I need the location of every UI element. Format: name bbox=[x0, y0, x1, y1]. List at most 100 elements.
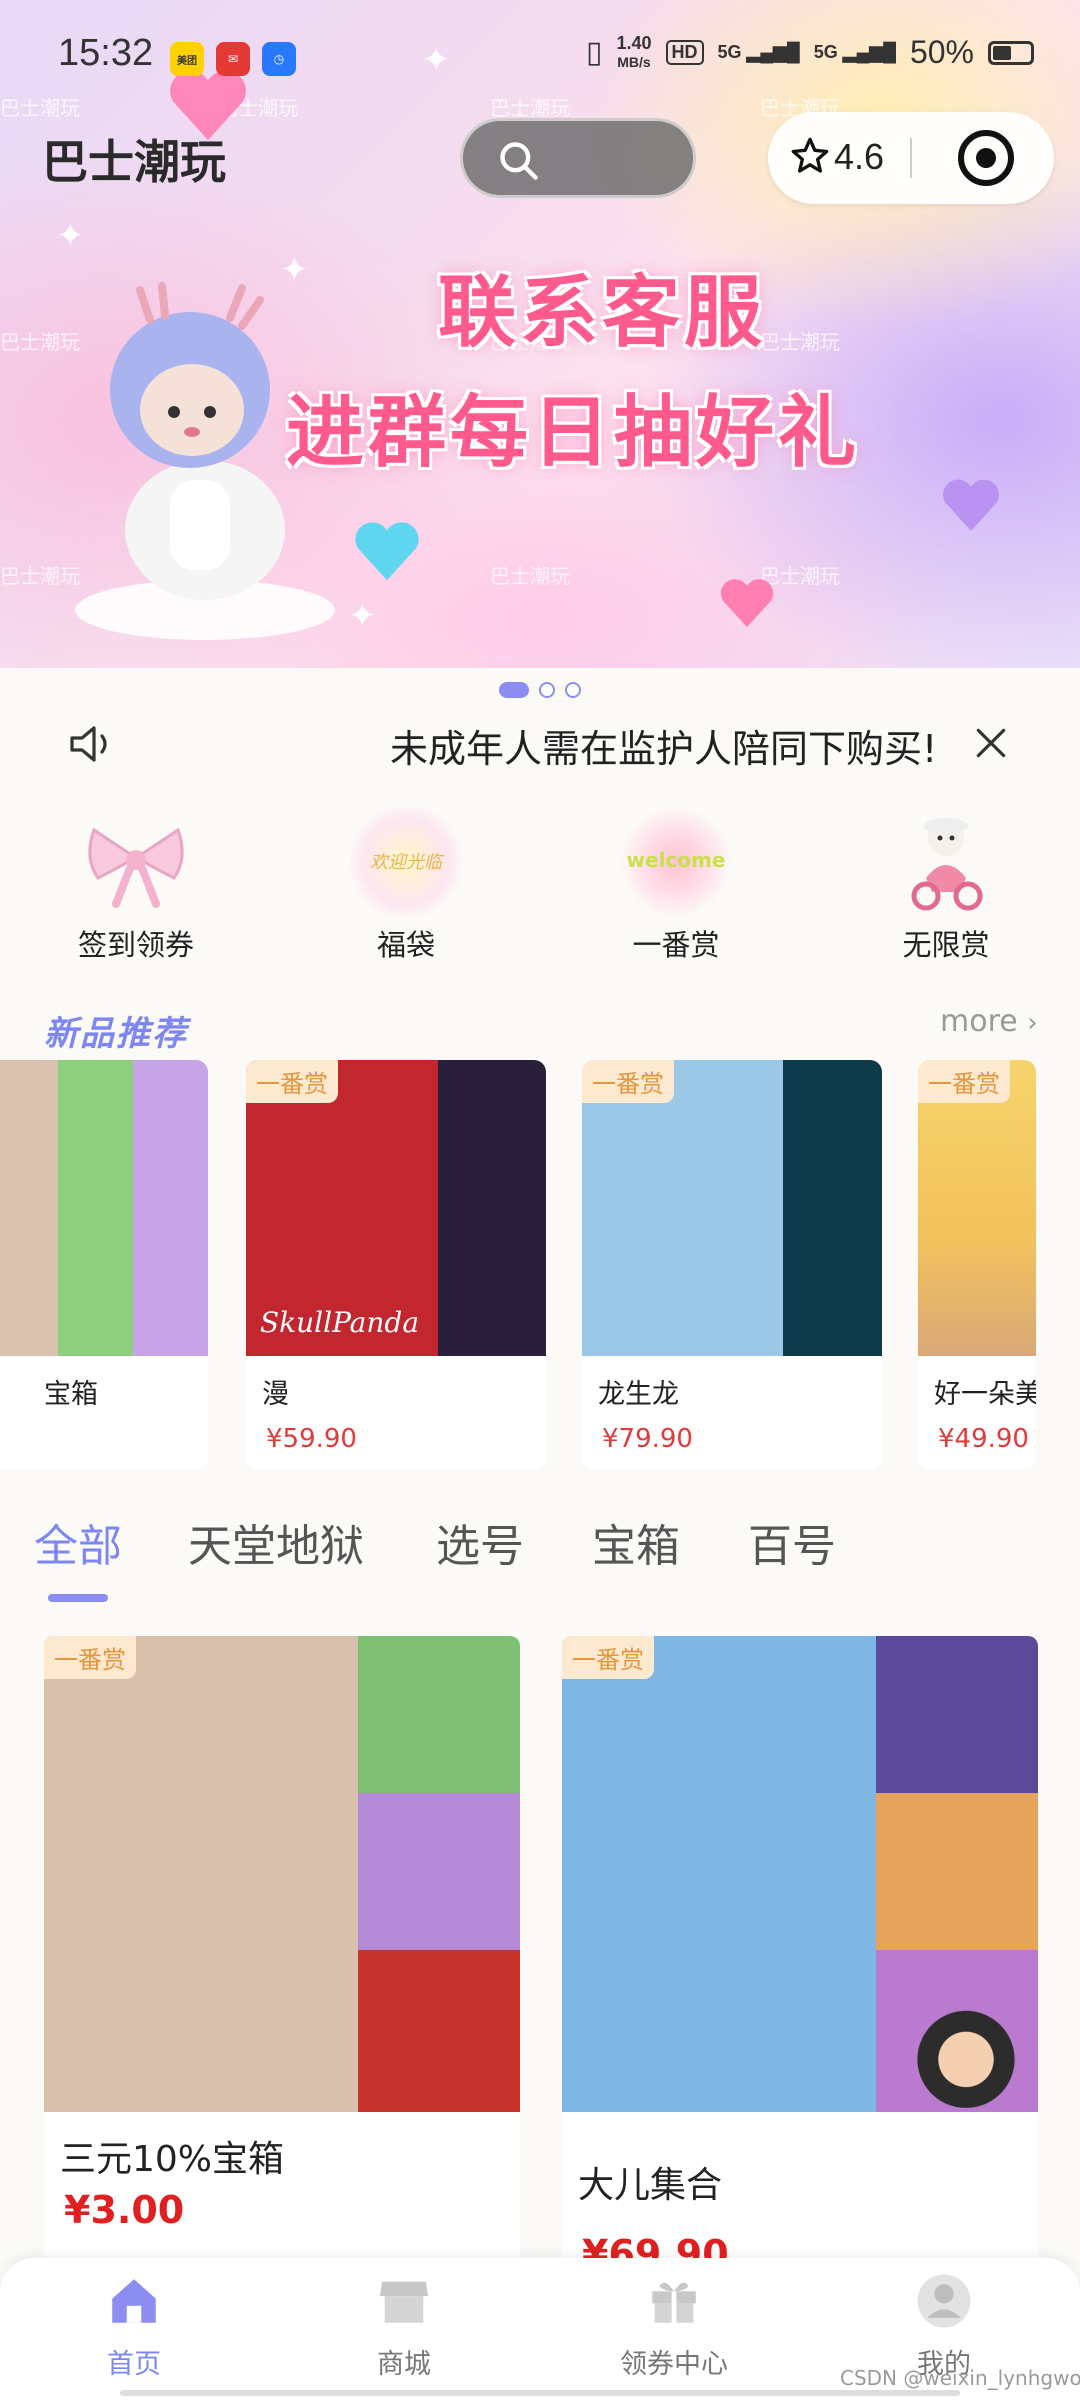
quick-entry-unlimited[interactable]: 无限赏 bbox=[866, 808, 1026, 964]
product-name: 大儿集合 bbox=[578, 2165, 723, 2206]
network-label: 5G bbox=[717, 42, 742, 62]
product-name: 好一朵美 bbox=[934, 1379, 1036, 1410]
status-time: 15:32 bbox=[58, 32, 154, 74]
product-price: ¥79.90 bbox=[602, 1424, 693, 1454]
status-indicators: ▯ 1.40 MB/s HD 5G ▂▄▆█ 5G ▂▄▆█ 50% bbox=[586, 34, 1034, 71]
close-icon[interactable] bbox=[972, 724, 1010, 762]
product-tag: 一番赏 bbox=[44, 1636, 136, 1679]
product-name: 龙生龙 bbox=[598, 1379, 679, 1410]
nav-label: 首页 bbox=[107, 2349, 161, 2380]
new-product-card[interactable]: 一番赏 龙生龙 ¥79.90 bbox=[582, 1060, 882, 1470]
banner-subheadline: 进群每日抽好礼 bbox=[286, 388, 861, 478]
pagination-dot[interactable] bbox=[499, 682, 529, 698]
home-icon bbox=[112, 2279, 156, 2323]
tab-all[interactable]: 全部 bbox=[34, 1510, 122, 1574]
notice-text: 未成年人需在监护人陪同下购买! bbox=[390, 727, 938, 771]
watermark: 巴士潮玩 bbox=[0, 564, 80, 588]
new-products-title: 新品推荐 bbox=[44, 1014, 188, 1054]
messenger-icon: ✉ bbox=[216, 42, 250, 76]
bow-icon bbox=[80, 808, 192, 916]
tab-heaven-hell[interactable]: 天堂地狱 bbox=[188, 1510, 364, 1574]
product-name: 漫 bbox=[262, 1379, 289, 1410]
home-indicator[interactable] bbox=[120, 2390, 960, 2396]
profile-icon bbox=[917, 2274, 971, 2328]
quick-entry-lucky-bag[interactable]: 欢迎光临 福袋 bbox=[326, 808, 486, 964]
quick-entry-sign-in[interactable]: 签到领券 bbox=[56, 808, 216, 964]
new-product-card[interactable]: 一番赏 好一朵美 ¥49.90 bbox=[918, 1060, 1036, 1470]
tab-choose-number[interactable]: 选号 bbox=[436, 1510, 524, 1574]
banner-headline: 联系客服 bbox=[438, 268, 767, 358]
more-link[interactable]: more › bbox=[940, 1004, 1038, 1039]
product-tag: 一番赏 bbox=[918, 1060, 1010, 1103]
capsule-divider bbox=[910, 138, 912, 178]
speed-unit: MB/s bbox=[617, 54, 651, 70]
lucky-bag-icon-text: 欢迎光临 bbox=[370, 852, 442, 873]
product-tag: 一番赏 bbox=[582, 1060, 674, 1103]
new-product-card[interactable]: 宝箱 bbox=[0, 1060, 208, 1470]
new-product-card[interactable]: SkullPanda 一番赏 漫 ¥59.90 bbox=[246, 1060, 546, 1470]
meituan-icon: 美团 bbox=[170, 42, 204, 76]
product-card[interactable]: 一番赏 大儿集合 ¥69.90 bbox=[562, 1636, 1038, 2276]
store-icon bbox=[379, 2281, 429, 2323]
new-products-carousel[interactable]: 宝箱 SkullPanda 一番赏 漫 ¥59.90 一番赏 龙生龙 ¥79.9… bbox=[0, 1060, 1080, 1470]
nav-home[interactable]: 首页 bbox=[54, 2272, 214, 2381]
close-miniapp-icon[interactable] bbox=[958, 130, 1014, 186]
welcome-icon-text: welcome bbox=[626, 848, 726, 872]
lucky-bag-icon: 欢迎光临 bbox=[350, 808, 462, 916]
welcome-icon: welcome bbox=[620, 808, 732, 916]
vibrate-icon: ▯ bbox=[585, 36, 603, 69]
product-image bbox=[0, 1060, 208, 1356]
promo-banner[interactable]: 巴士潮玩 巴士潮玩 巴士潮玩 巴士潮玩 巴士潮玩 巴士潮玩 巴士潮玩 巴士潮玩 … bbox=[0, 0, 1080, 668]
sparkle-icon: ✦ bbox=[348, 596, 377, 636]
customer-service-icon[interactable] bbox=[912, 2000, 1020, 2108]
product-image bbox=[582, 1060, 882, 1356]
pagination-dot[interactable] bbox=[565, 682, 581, 698]
quick-entry-label: 签到领券 bbox=[77, 928, 194, 962]
product-tag: 一番赏 bbox=[562, 1636, 654, 1679]
quick-entry-label: 无限赏 bbox=[902, 928, 990, 962]
chevron-right-icon: › bbox=[1027, 1008, 1038, 1038]
heart-icon bbox=[943, 479, 999, 531]
nav-label: 商城 bbox=[377, 2349, 431, 2380]
product-image: SkullPanda bbox=[246, 1060, 546, 1356]
heart-icon bbox=[355, 522, 419, 581]
product-name: 三元10%宝箱 bbox=[60, 2139, 285, 2180]
quick-entry-label: 一番赏 bbox=[632, 928, 720, 962]
network-label: 5G bbox=[813, 42, 838, 62]
tab-treasure-box[interactable]: 宝箱 bbox=[592, 1510, 680, 1574]
quick-entry-ichiban[interactable]: welcome 一番赏 bbox=[596, 808, 756, 964]
app-title: 巴士潮玩 bbox=[42, 135, 226, 189]
signal-5g-icon: 5G ▂▄▆█ bbox=[813, 42, 896, 62]
star-icon[interactable] bbox=[790, 136, 830, 176]
search-icon bbox=[500, 142, 538, 180]
more-label: more bbox=[940, 1004, 1018, 1039]
quick-entry-label: 福袋 bbox=[376, 928, 435, 962]
watermark: 巴士潮玩 bbox=[490, 564, 570, 588]
rating-value: 4.6 bbox=[834, 136, 885, 177]
pagination-dot[interactable] bbox=[539, 682, 555, 698]
sparkle-icon: ✦ bbox=[56, 216, 85, 256]
toy-icon bbox=[890, 808, 1002, 916]
product-card[interactable]: 一番赏 三元10%宝箱 ¥3.00 bbox=[44, 1636, 520, 2276]
battery-icon bbox=[988, 40, 1034, 65]
product-price: ¥3.00 bbox=[64, 2188, 185, 2232]
watermark: 巴士潮玩 bbox=[760, 330, 840, 354]
nav-profile[interactable]: 我的 bbox=[864, 2272, 1024, 2381]
clock-icon: ◷ bbox=[262, 42, 296, 76]
tab-indicator bbox=[48, 1594, 108, 1602]
gift-icon bbox=[652, 2282, 696, 2323]
product-image bbox=[44, 1636, 520, 2112]
quick-entry-row: 签到领券 欢迎光临 福袋 welcome 一番赏 无限赏 bbox=[0, 808, 1080, 978]
nav-store[interactable]: 商城 bbox=[324, 2272, 484, 2381]
network-speed: 1.40 MB/s bbox=[616, 34, 651, 71]
status-bar: 15:32 美团 ✉ ◷ ▯ 1.40 MB/s HD 5G ▂▄▆█ 5G ▂… bbox=[0, 0, 1080, 118]
hd-badge: HD bbox=[665, 40, 704, 65]
tab-hundred-number[interactable]: 百号 bbox=[748, 1510, 836, 1574]
watermark: 巴士潮玩 bbox=[0, 330, 80, 354]
search-button[interactable] bbox=[460, 118, 696, 198]
product-price: ¥59.90 bbox=[266, 1424, 357, 1454]
signal-5g-icon: 5G ▂▄▆█ bbox=[717, 42, 800, 62]
speed-value: 1.40 bbox=[616, 33, 652, 53]
nav-coupon-center[interactable]: 领券中心 bbox=[594, 2272, 754, 2381]
product-image bbox=[918, 1060, 1036, 1356]
